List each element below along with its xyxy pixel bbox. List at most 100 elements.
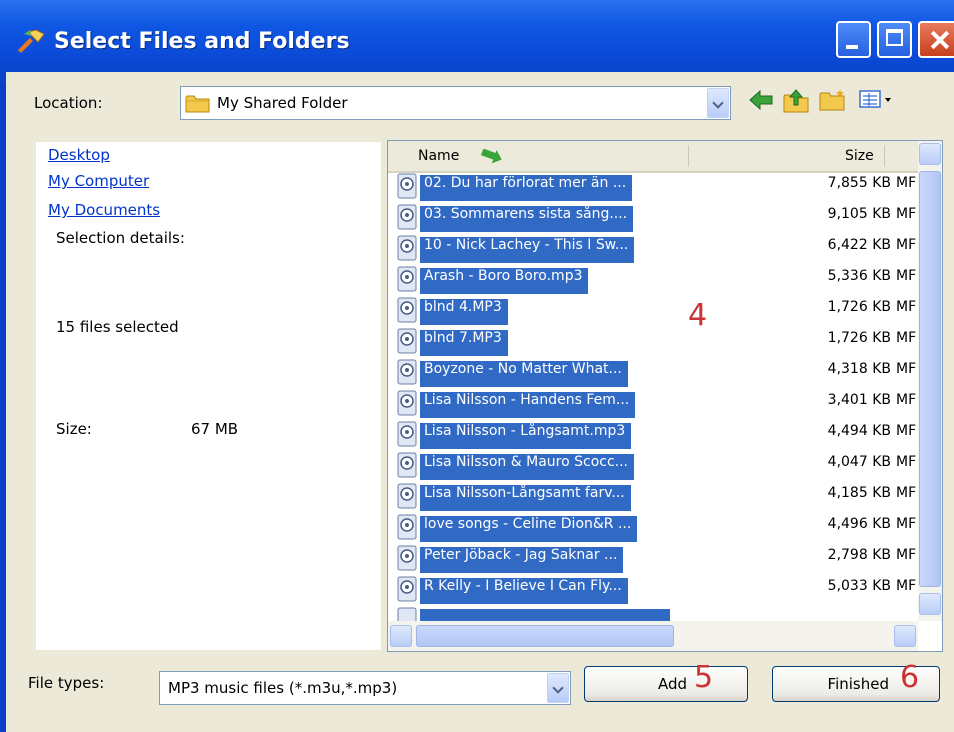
music-file-icon (397, 204, 417, 230)
music-file-icon (397, 483, 417, 509)
file-row[interactable]: Lisa Nilsson - Handens Fem... 3,401 KB MF (388, 390, 918, 421)
file-types-dropdown-button[interactable] (547, 673, 569, 703)
music-file-icon (397, 359, 417, 385)
horizontal-scroll-thumb[interactable] (416, 625, 674, 647)
sort-arrow-icon (480, 149, 502, 164)
back-arrow-icon[interactable] (748, 88, 774, 112)
music-file-icon (397, 297, 417, 323)
file-name[interactable]: Lisa Nilsson & Mauro Scocc... (420, 454, 634, 480)
file-size: 6,422 KB (827, 237, 891, 253)
view-menu-icon[interactable] (858, 88, 894, 110)
finished-button-label: Finished (827, 675, 889, 693)
music-file-icon (397, 328, 417, 354)
file-name[interactable]: blnd 7.MP3 (420, 330, 508, 356)
file-row[interactable]: blnd 4.MP3 1,726 KB MF (388, 297, 918, 328)
file-name[interactable]: Lisa Nilsson - Handens Fem... (420, 392, 636, 418)
file-row-partial[interactable] (388, 607, 918, 621)
horizontal-scrollbar[interactable] (388, 621, 918, 651)
column-header: Name Size (388, 141, 918, 173)
folder-icon (185, 95, 210, 113)
close-button[interactable] (918, 21, 954, 58)
file-type: MF (896, 268, 917, 284)
file-name-partial[interactable] (420, 609, 670, 621)
column-name-header[interactable]: Name (418, 148, 459, 164)
column-size-header[interactable]: Size (845, 148, 874, 164)
file-size: 3,401 KB (827, 392, 891, 408)
file-size: 9,105 KB (827, 206, 891, 222)
add-button[interactable]: Add (584, 666, 748, 702)
file-name[interactable]: Arash - Boro Boro.mp3 (420, 268, 589, 294)
file-type: MF (896, 547, 917, 563)
file-name[interactable]: Peter Jöback - Jag Saknar ... (420, 547, 624, 573)
file-name[interactable]: Boyzone - No Matter What... (420, 361, 628, 387)
minimize-button[interactable] (836, 21, 871, 58)
file-name[interactable]: Lisa Nilsson - Långsamt.mp3 (420, 423, 632, 449)
file-row[interactable]: 10 - Nick Lachey - This I Sw... 6,422 KB M… (388, 235, 918, 266)
file-name[interactable]: Lisa Nilsson-Långsamt farv... (420, 485, 631, 511)
scroll-down-button[interactable] (919, 593, 941, 615)
file-size: 7,855 KB (827, 175, 891, 191)
file-type: MF (896, 237, 917, 253)
file-size: 4,496 KB (827, 516, 891, 532)
music-file-icon (397, 545, 417, 571)
file-type: MF (896, 299, 917, 315)
file-name[interactable]: love songs - Celine Dion&R ... (420, 516, 638, 542)
new-folder-icon[interactable] (818, 88, 846, 112)
file-row[interactable]: Boyzone - No Matter What... 4,318 KB MF (388, 359, 918, 390)
file-size: 4,318 KB (827, 361, 891, 377)
window-title: Select Files and Folders (54, 29, 350, 54)
file-row[interactable]: Arash - Boro Boro.mp3 5,336 KB MF (388, 266, 918, 297)
size-value: 67 MB (191, 420, 239, 438)
file-name[interactable]: 03. Sommarens sista sång.... (420, 206, 634, 232)
file-type: MF (896, 392, 917, 408)
file-type: MF (896, 361, 917, 377)
scroll-up-button[interactable] (919, 143, 941, 165)
vertical-scrollbar[interactable] (918, 141, 942, 621)
link-my-computer[interactable]: My Computer (48, 172, 149, 190)
file-name[interactable]: blnd 4.MP3 (420, 299, 508, 325)
file-types-dropdown[interactable]: MP3 music files (*.m3u,*.mp3) (159, 671, 571, 705)
file-types-label: File types: (28, 674, 105, 692)
location-dropdown[interactable]: My Shared Folder (180, 86, 731, 120)
file-list[interactable]: Name Size 02. Du har förlorat mer än ...… (387, 140, 943, 652)
file-size: 1,726 KB (827, 299, 891, 315)
music-file-icon (397, 576, 417, 602)
music-file-icon (397, 514, 417, 540)
file-name[interactable]: 10 - Nick Lachey - This I Sw... (420, 237, 635, 263)
location-label: Location: (34, 94, 103, 112)
dialog-client-area: Location: My Shared Folder Desktop My Co… (6, 72, 954, 732)
file-row[interactable]: Lisa Nilsson - Långsamt.mp3 4,494 KB MF (388, 421, 918, 452)
music-file-icon (397, 452, 417, 478)
file-row[interactable]: Peter Jöback - Jag Saknar ... 2,798 KB MF (388, 545, 918, 576)
link-my-documents[interactable]: My Documents (48, 201, 160, 219)
music-file-icon (397, 173, 417, 199)
file-row[interactable]: love songs - Celine Dion&R ... 4,496 KB MF (388, 514, 918, 545)
link-desktop[interactable]: Desktop (48, 146, 110, 164)
file-name[interactable]: 02. Du har förlorat mer än ... (420, 175, 633, 201)
file-row[interactable]: blnd 7.MP3 1,726 KB MF (388, 328, 918, 359)
vertical-scroll-thumb[interactable] (919, 171, 941, 587)
file-type: MF (896, 578, 917, 594)
file-row[interactable]: 02. Du har förlorat mer än ... 7,855 KB MF (388, 173, 918, 204)
maximize-button[interactable] (877, 21, 912, 58)
file-row[interactable]: Lisa Nilsson & Mauro Scocc... 4,047 KB MF (388, 452, 918, 483)
file-row[interactable]: Lisa Nilsson-Långsamt farv... 4,185 KB MF (388, 483, 918, 514)
file-size: 4,494 KB (827, 423, 891, 439)
file-rows: 02. Du har förlorat mer än ... 7,855 KB MF… (388, 173, 918, 621)
scroll-left-button[interactable] (390, 625, 412, 647)
step-4-annotation: 4 (688, 298, 708, 333)
add-button-label: Add (657, 675, 687, 693)
files-selected-count: 15 files selected (56, 318, 179, 336)
file-type: MF (896, 454, 917, 470)
music-file-icon (397, 235, 417, 261)
scroll-right-button[interactable] (894, 625, 916, 647)
up-folder-icon[interactable] (782, 88, 810, 114)
file-name[interactable]: R Kelly - I Believe I Can Fly... (420, 578, 628, 604)
file-type: MF (896, 485, 917, 501)
file-row[interactable]: 03. Sommarens sista sång.... 9,105 KB MF (388, 204, 918, 235)
location-dropdown-button[interactable] (707, 88, 729, 118)
file-type: MF (896, 423, 917, 439)
file-row[interactable]: R Kelly - I Believe I Can Fly... 5,033 KB… (388, 576, 918, 607)
file-type: MF (896, 175, 917, 191)
step-6-annotation: 6 (900, 660, 920, 695)
